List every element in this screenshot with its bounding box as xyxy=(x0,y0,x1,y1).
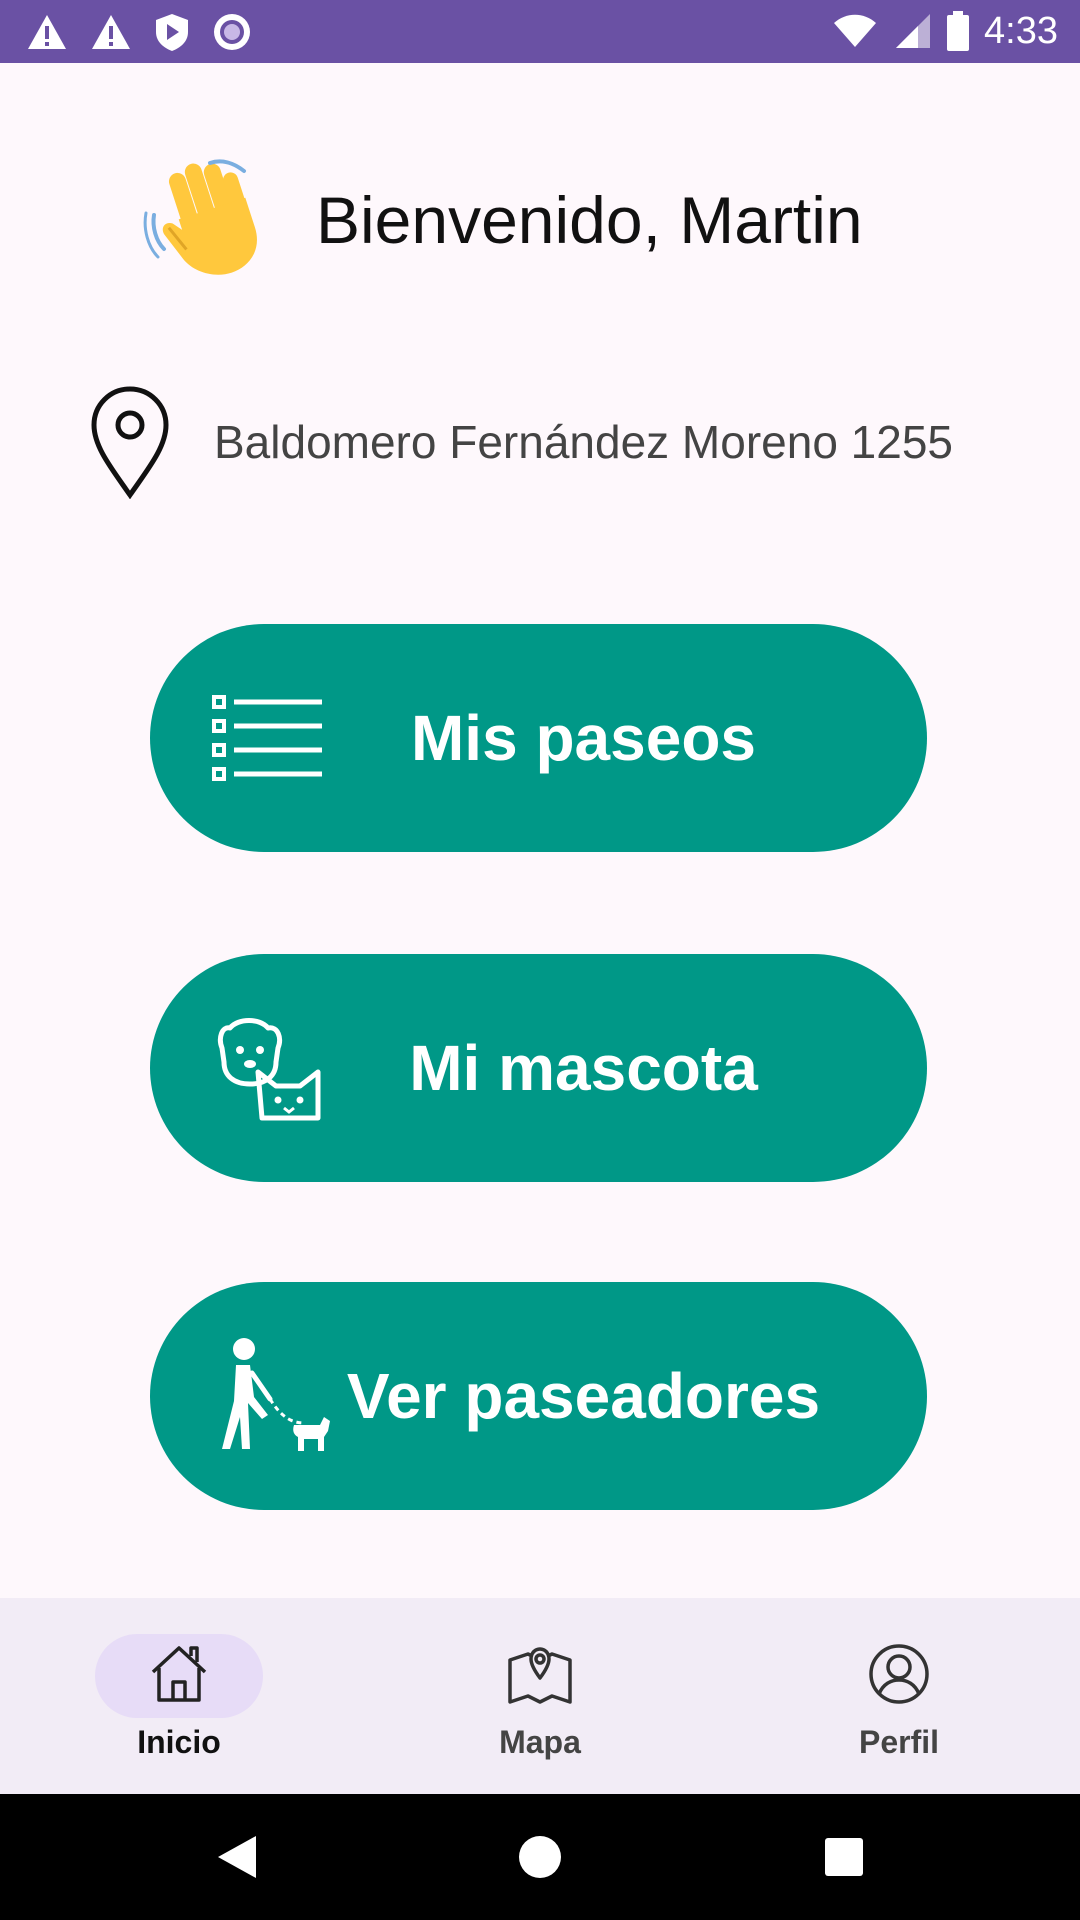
mis-paseos-label: Mis paseos xyxy=(410,702,757,774)
profile-icon xyxy=(869,1644,929,1704)
bottom-navigation: Inicio Mapa Perfil xyxy=(0,1598,1080,1794)
status-notification-icons xyxy=(26,12,252,52)
nav-label-perfil: Perfil xyxy=(858,1724,940,1760)
ver-paseadores-button[interactable]: Ver paseadores xyxy=(150,1282,927,1510)
location-row: Baldomero Fernández Moreno 1255 xyxy=(90,385,953,499)
battery-icon xyxy=(947,11,970,51)
home-circle-icon[interactable] xyxy=(518,1835,562,1879)
mi-mascota-button[interactable]: Mi mascota xyxy=(150,954,927,1182)
warning-icon xyxy=(28,15,66,49)
signal-icon xyxy=(896,14,931,48)
back-icon[interactable] xyxy=(216,1834,258,1880)
nav-item-inicio[interactable]: Inicio xyxy=(59,1598,299,1794)
home-icon xyxy=(151,1646,207,1702)
circle-icon xyxy=(214,14,250,50)
warning-icon xyxy=(92,15,130,49)
nav-item-perfil[interactable]: Perfil xyxy=(779,1598,1019,1794)
mi-mascota-label: Mi mascota xyxy=(409,1032,758,1104)
wifi-icon xyxy=(834,14,877,47)
shield-icon xyxy=(156,14,188,51)
greeting: Bienvenido, Martin xyxy=(140,155,863,285)
ver-paseadores-label: Ver paseadores xyxy=(346,1360,821,1432)
status-bar: 4:33 xyxy=(0,0,1080,63)
nav-label-inicio: Inicio xyxy=(137,1724,221,1760)
map-icon xyxy=(508,1647,572,1704)
status-system-icons: 4:33 xyxy=(832,8,1058,54)
recents-icon[interactable] xyxy=(824,1837,864,1877)
nav-item-mapa[interactable]: Mapa xyxy=(420,1598,660,1794)
greeting-text: Bienvenido, Martin xyxy=(316,183,863,257)
waving-hand-icon xyxy=(143,159,257,275)
location-pin-icon xyxy=(91,386,169,499)
status-time: 4:33 xyxy=(984,9,1058,52)
system-navigation-bar xyxy=(0,1794,1080,1920)
nav-label-mapa: Mapa xyxy=(499,1724,581,1760)
address-text: Baldomero Fernández Moreno 1255 xyxy=(214,416,954,468)
mis-paseos-button[interactable]: Mis paseos xyxy=(150,624,927,852)
